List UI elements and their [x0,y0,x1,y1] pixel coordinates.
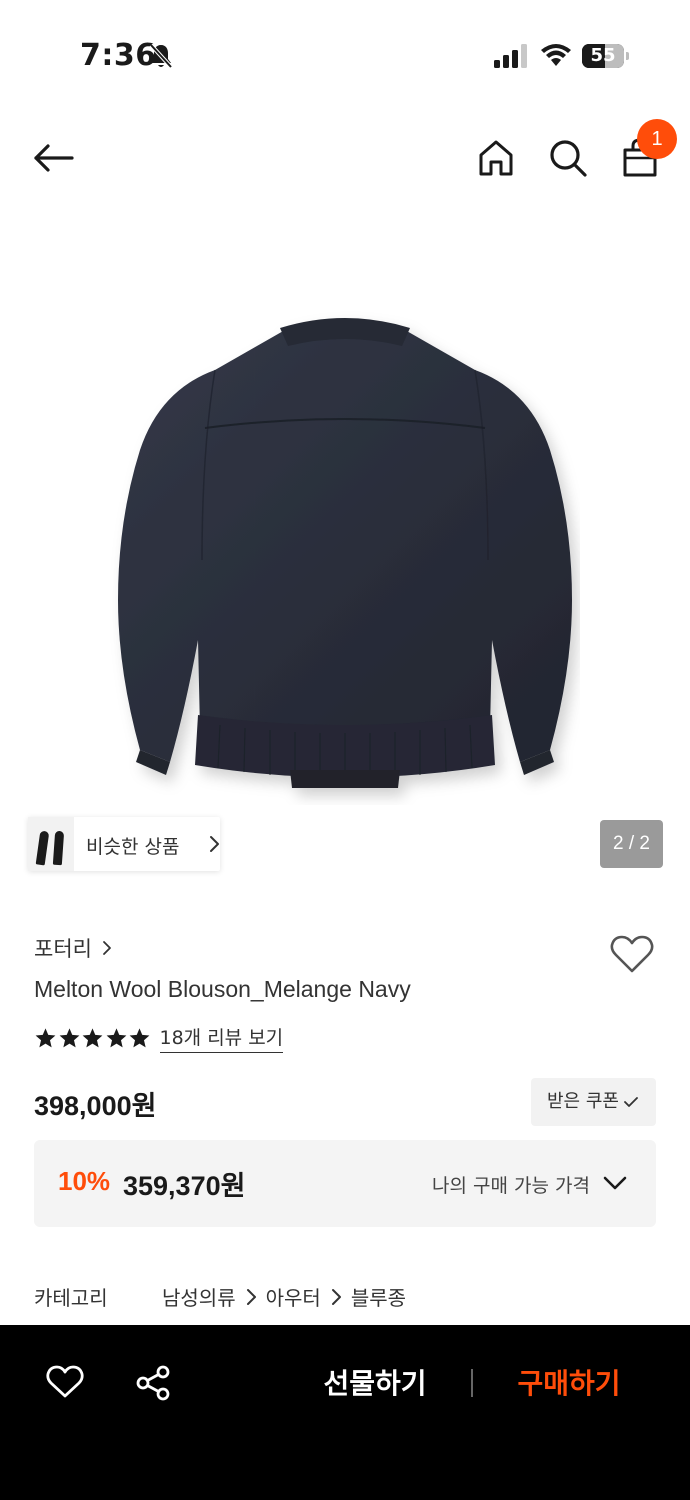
product-photo [118,318,572,788]
brand-name: 포터리 [34,937,92,961]
similar-product-thumbnail [28,817,74,871]
product-title: Melton Wool Blouson_Melange Navy [34,976,411,1002]
chevron-down-icon[interactable] [602,1174,628,1192]
status-bar: 7:36 55 [0,0,690,110]
star-icon [129,1028,150,1048]
received-coupon-button[interactable]: 받은 쿠폰 [531,1078,656,1126]
gift-button[interactable]: 선물하기 [300,1359,450,1409]
wifi-icon [541,44,571,66]
image-page-indicator: 2 / 2 [600,820,663,868]
category-label: 카테고리 [34,1286,108,1310]
review-summary: 18개 리뷰 보기 [34,1022,284,1054]
bell-slash-icon [149,43,173,69]
top-navigation: 1 [0,110,690,210]
category-breadcrumb: 카테고리 남성의류 아우터 블루종 [34,1282,654,1312]
discount-percent: 10% [58,1166,111,1196]
divider [471,1369,473,1397]
chevron-right-icon [331,1288,341,1305]
signal-icon [494,44,527,68]
chevron-right-icon [210,836,219,852]
share-icon[interactable] [136,1365,170,1401]
category-item-blouson[interactable]: 블루종 [351,1282,406,1311]
bottom-action-bar: 선물하기 구매하기 [0,1325,690,1500]
buy-button[interactable]: 구매하기 [494,1359,644,1409]
check-icon [624,1097,638,1107]
back-arrow-icon[interactable] [32,136,76,180]
home-icon[interactable] [474,136,518,180]
brand-link[interactable]: 포터리 [34,933,112,963]
review-link[interactable]: 18개 리뷰 보기 [159,1023,284,1053]
star-icon [35,1028,56,1048]
chevron-right-icon [103,941,111,955]
discounted-price: 359,370원 [123,1171,246,1201]
battery-level: 55 [590,45,616,66]
heart-icon[interactable] [46,1365,84,1399]
category-item-mens-clothing[interactable]: 남성의류 [162,1282,236,1311]
category-path: 남성의류 아우터 블루종 [162,1282,406,1311]
star-icon [59,1028,79,1048]
chevron-right-icon [246,1288,256,1305]
my-price-panel[interactable]: 10% 359,370원 나의 구매 가능 가격 [34,1140,656,1227]
product-price: 398,000원 [34,1091,157,1121]
rating-stars [34,1027,152,1049]
similar-products-button[interactable]: 비슷한 상품 [28,817,220,871]
star-icon [82,1028,103,1048]
star-icon [106,1028,126,1048]
product-image-gallery[interactable]: 비슷한 상품 2 / 2 [0,210,690,900]
battery-indicator: 55 [582,44,630,68]
coupon-label: 받은 쿠폰 [547,1091,619,1112]
category-item-outerwear[interactable]: 아우터 [266,1282,321,1311]
my-price-label: 나의 구매 가능 가격 [432,1175,590,1197]
cart-count-badge: 1 [637,119,677,159]
search-icon[interactable] [546,136,590,180]
wishlist-heart-icon[interactable] [610,934,654,974]
status-time: 7:36 [80,38,157,73]
similar-products-label: 비슷한 상품 [86,836,180,858]
